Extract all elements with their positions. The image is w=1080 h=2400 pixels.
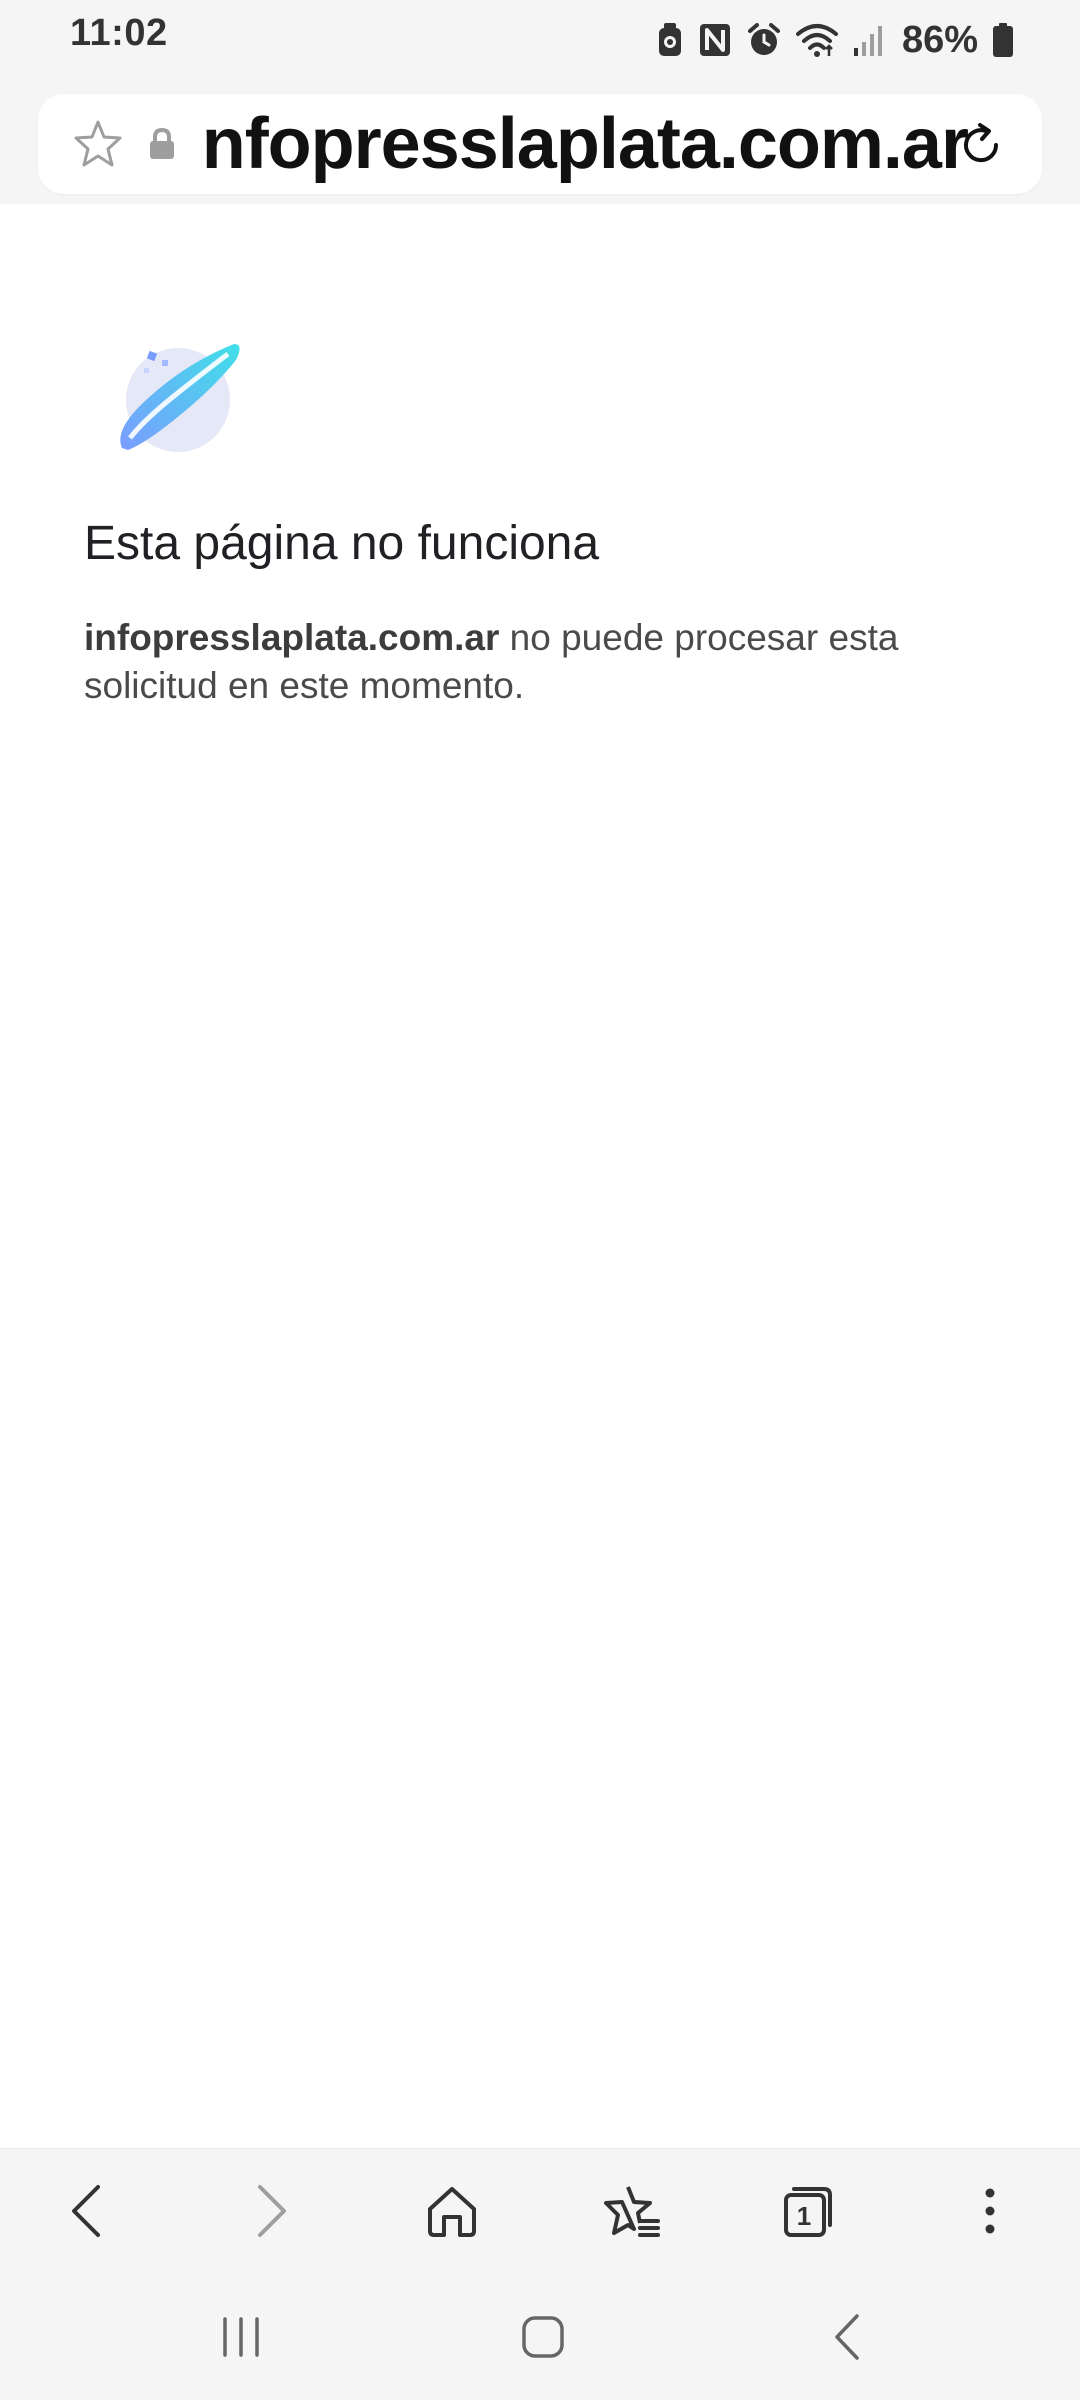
browser-toolbar: 1 bbox=[0, 2148, 1080, 2273]
error-domain: infopresslaplata.com.ar bbox=[84, 617, 500, 658]
system-nav-bar bbox=[0, 2272, 1080, 2400]
battery-icon bbox=[992, 22, 1014, 58]
error-description: infopresslaplata.com.ar no puede procesa… bbox=[84, 614, 984, 710]
broken-planet-icon bbox=[104, 330, 244, 470]
home-nav-icon[interactable] bbox=[508, 2302, 578, 2372]
forward-icon[interactable] bbox=[236, 2175, 308, 2247]
bookmarks-icon[interactable] bbox=[596, 2175, 668, 2247]
url-text-container[interactable]: infopresslaplata.com.ar bbox=[198, 94, 968, 194]
reload-icon[interactable] bbox=[956, 120, 1006, 175]
signal-icon bbox=[852, 22, 884, 58]
url-bar[interactable]: infopresslaplata.com.ar bbox=[38, 94, 1042, 194]
nfc-icon bbox=[698, 22, 732, 58]
recents-icon[interactable] bbox=[206, 2302, 276, 2372]
home-icon[interactable] bbox=[416, 2175, 488, 2247]
battery-percent: 86% bbox=[901, 18, 978, 61]
url-text[interactable]: infopresslaplata.com.ar bbox=[198, 94, 968, 194]
tabs-count: 1 bbox=[796, 2200, 812, 2231]
screen: 11:02 86% infopresslaplata.com.ar Esta p… bbox=[0, 0, 1080, 2400]
tabs-icon[interactable]: 1 bbox=[772, 2175, 844, 2247]
status-icons: 86% bbox=[656, 18, 1014, 62]
url-area: infopresslaplata.com.ar bbox=[0, 86, 1080, 204]
alarm-icon bbox=[746, 22, 782, 58]
status-time: 11:02 bbox=[70, 12, 168, 54]
star-icon[interactable] bbox=[72, 118, 124, 175]
more-icon[interactable] bbox=[954, 2175, 1026, 2247]
sim-manager-icon bbox=[656, 22, 684, 58]
error-title: Esta página no funciona bbox=[84, 517, 600, 570]
status-bar: 11:02 86% bbox=[0, 0, 1080, 86]
wifi-icon bbox=[795, 22, 838, 58]
back-icon[interactable] bbox=[50, 2175, 122, 2247]
lock-icon[interactable] bbox=[148, 127, 176, 165]
back-nav-icon[interactable] bbox=[812, 2302, 882, 2372]
